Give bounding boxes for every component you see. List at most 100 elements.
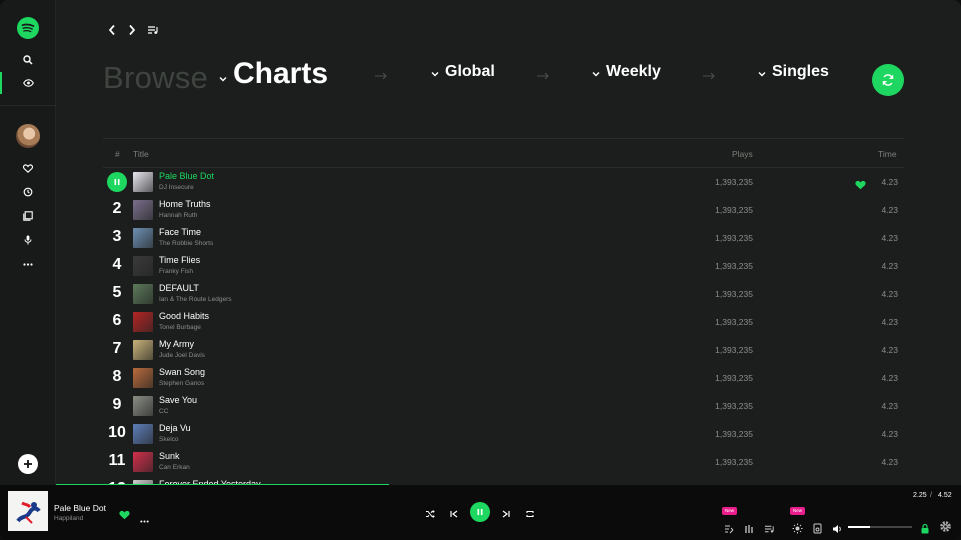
- back-button[interactable]: [108, 22, 116, 38]
- microphone-icon[interactable]: [0, 229, 56, 251]
- plus-icon: [24, 460, 32, 468]
- charts-label: Charts: [233, 57, 329, 90]
- track-artist[interactable]: Hannah Ruth: [159, 212, 197, 219]
- heart-icon[interactable]: [0, 157, 56, 179]
- region-dropdown[interactable]: Global: [431, 63, 495, 81]
- browse-eye-icon[interactable]: [0, 72, 56, 94]
- track-list: Pale Blue Dot DJ Insecure 1,393,235 4.23 2 Ho…: [103, 168, 904, 484]
- track-artist[interactable]: Tonel Burbage: [159, 324, 201, 331]
- column-header-time[interactable]: Time: [878, 149, 897, 159]
- table-row[interactable]: 12Forever Ended Yesterday: [103, 476, 904, 484]
- queue-button[interactable]: [764, 521, 775, 539]
- track-thumbnail: [133, 284, 153, 304]
- table-row[interactable]: 7 My Army Jude Joel Davis 1,393,235 4.23: [103, 336, 904, 364]
- play-pause-button[interactable]: [470, 502, 490, 522]
- track-plays: 1,393,235: [715, 261, 753, 271]
- track-artist[interactable]: Skelco: [159, 436, 179, 443]
- table-row[interactable]: 10 Deja Vu Skelco 1,393,235 4.23: [103, 420, 904, 448]
- like-button[interactable]: [119, 507, 130, 525]
- add-playlist-button[interactable]: [18, 454, 38, 474]
- volume-slider[interactable]: [848, 526, 912, 528]
- chevron-down-icon: [592, 71, 600, 76]
- track-title[interactable]: Swan Song: [159, 367, 205, 377]
- track-artist[interactable]: DJ Insecure: [159, 184, 194, 191]
- spotify-logo-icon[interactable]: [0, 17, 56, 39]
- track-title[interactable]: Deja Vu: [159, 423, 191, 433]
- devices-button[interactable]: [813, 521, 822, 539]
- table-row[interactable]: 5 DEFAULT Ian & The Route Ledgers 1,393,235…: [103, 280, 904, 308]
- track-plays: 1,393,235: [715, 177, 753, 187]
- table-row[interactable]: 9 Save You CC 1,393,235 4.23: [103, 392, 904, 420]
- table-row[interactable]: 3 Face Time The Robbie Shorts 1,393,235 4.23: [103, 224, 904, 252]
- stats-button[interactable]: [744, 521, 754, 539]
- liked-heart-icon[interactable]: [855, 177, 866, 195]
- track-thumbnail: [133, 424, 153, 444]
- track-thumbnail: [133, 200, 153, 220]
- track-time: 4.23: [881, 233, 898, 243]
- column-header-title[interactable]: Title: [133, 149, 149, 159]
- track-time: 4.23: [881, 457, 898, 467]
- volume-button[interactable]: [832, 521, 843, 539]
- table-row[interactable]: 6 Good Habits Tonel Burbage 1,393,235 4.23: [103, 308, 904, 336]
- track-artist[interactable]: Franky Fish: [159, 268, 193, 275]
- track-title[interactable]: Home Truths: [159, 199, 211, 209]
- track-title[interactable]: DEFAULT: [159, 283, 199, 293]
- lock-button[interactable]: [920, 521, 930, 539]
- table-row[interactable]: 11 Sunk Can Erkan 1,393,235 4.23: [103, 448, 904, 476]
- more-options-button[interactable]: [140, 510, 149, 528]
- track-title[interactable]: Time Flies: [159, 255, 200, 265]
- now-playing-cover[interactable]: [8, 491, 48, 531]
- more-icon[interactable]: [0, 253, 56, 275]
- track-thumbnail: [133, 396, 153, 416]
- brightness-button[interactable]: [792, 521, 803, 539]
- table-row[interactable]: 2 Home Truths Hannah Ruth 1,393,235 4.23: [103, 196, 904, 224]
- track-artist[interactable]: CC: [159, 408, 168, 415]
- track-title[interactable]: Face Time: [159, 227, 201, 237]
- track-time: 4.23: [881, 401, 898, 411]
- track-title[interactable]: Sunk: [159, 451, 180, 461]
- table-row[interactable]: 4 Time Flies Franky Fish 1,393,235 4.23: [103, 252, 904, 280]
- previous-button[interactable]: [449, 506, 459, 524]
- search-icon[interactable]: [0, 49, 56, 71]
- track-artist[interactable]: Ian & The Route Ledgers: [159, 296, 232, 303]
- shuffle-button[interactable]: [425, 506, 435, 524]
- format-dropdown[interactable]: Singles: [758, 63, 829, 81]
- library-icon[interactable]: [0, 205, 56, 227]
- track-time: 4.23: [881, 373, 898, 383]
- now-playing-title[interactable]: Pale Blue Dot: [54, 503, 106, 513]
- track-title[interactable]: Pale Blue Dot: [159, 171, 214, 181]
- row-pause-button[interactable]: [107, 172, 127, 192]
- track-artist[interactable]: Can Erkan: [159, 464, 190, 471]
- track-title[interactable]: Save You: [159, 395, 197, 405]
- track-artist[interactable]: Jude Joel Davis: [159, 352, 205, 359]
- settings-button[interactable]: [939, 520, 952, 538]
- repeat-button[interactable]: [525, 506, 535, 524]
- period-dropdown[interactable]: Weekly: [592, 63, 661, 81]
- now-playing-artist[interactable]: Happiland: [54, 515, 83, 522]
- track-artist[interactable]: Stephen Ganos: [159, 380, 204, 387]
- queue-button[interactable]: [147, 22, 159, 38]
- column-header-plays[interactable]: Plays: [732, 149, 753, 159]
- history-icon[interactable]: [0, 181, 56, 203]
- next-button[interactable]: [501, 506, 511, 524]
- refresh-button[interactable]: [872, 64, 904, 96]
- track-plays: 1,393,235: [715, 401, 753, 411]
- bars-icon: [745, 525, 753, 533]
- track-thumbnail: [133, 228, 153, 248]
- table-row[interactable]: Pale Blue Dot DJ Insecure 1,393,235 4.23: [103, 168, 904, 196]
- new-badge: New: [790, 507, 806, 515]
- track-rank: 11: [108, 452, 126, 469]
- track-rank: 5: [112, 284, 122, 301]
- table-row[interactable]: 8 Swan Song Stephen Ganos 1,393,235 4.23: [103, 364, 904, 392]
- lyrics-icon: [725, 525, 734, 534]
- forward-button[interactable]: [128, 22, 136, 38]
- avatar[interactable]: [16, 124, 40, 148]
- track-title[interactable]: Good Habits: [159, 311, 209, 321]
- track-artist[interactable]: The Robbie Shorts: [159, 240, 213, 247]
- track-time: 4.23: [881, 177, 898, 187]
- track-title[interactable]: My Army: [159, 339, 194, 349]
- track-thumbnail: [133, 340, 153, 360]
- charts-dropdown[interactable]: Charts: [219, 57, 328, 91]
- elapsed-time: 2.25: [913, 492, 927, 499]
- lyrics-button[interactable]: [724, 521, 734, 539]
